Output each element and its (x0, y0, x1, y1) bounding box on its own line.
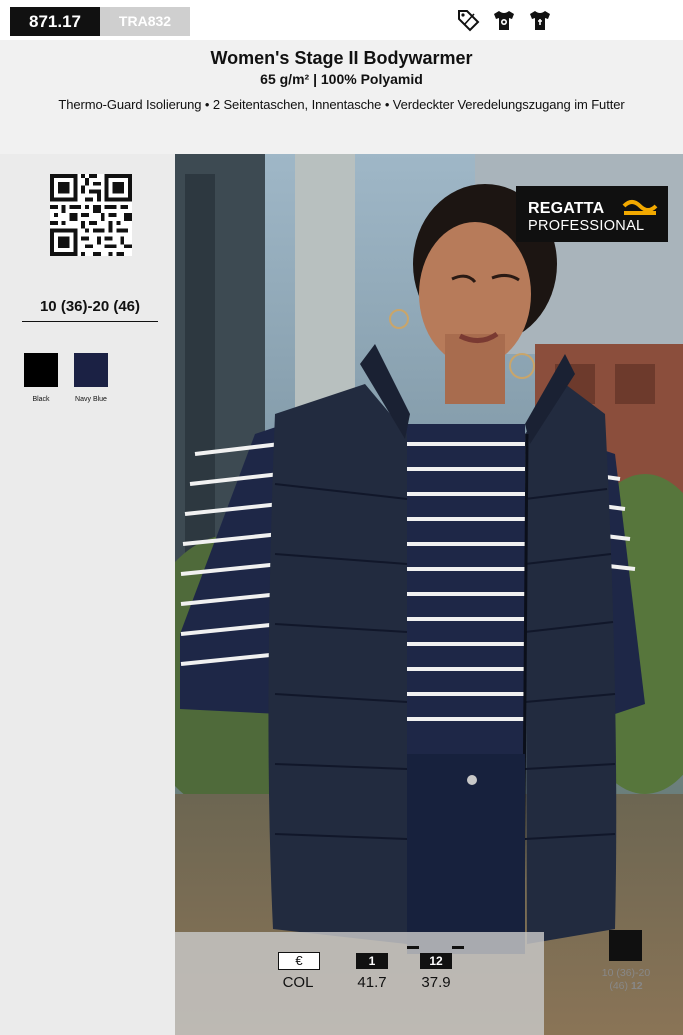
sidebar: 10 (36)-20 (46) Black Navy Blue (0, 154, 175, 1035)
brand-logo: REGATTA PROFESSIONAL (516, 186, 668, 242)
feature-icons (455, 7, 553, 33)
size-range: 10 (36)-20 (46) (22, 298, 158, 322)
product-features: Thermo-Guard Isolierung • 2 Seitentasche… (58, 97, 625, 112)
brand-subname: PROFESSIONAL (528, 218, 645, 234)
top-bar: 871.17 TRA832 (0, 0, 683, 40)
tier-bracket-left (407, 946, 419, 949)
article-number: 871.17 (10, 7, 100, 36)
currency-sub: COL (282, 974, 314, 991)
tshirt-printing-icon (491, 8, 517, 32)
tier-bracket-right (452, 946, 464, 949)
tshirt-embroidery-icon (527, 8, 553, 32)
variant-size-line1: 10 (36)-20 (601, 967, 651, 979)
currency-box: € (278, 952, 320, 970)
product-subtitle: 65 g/m² | 100% Polyamid (260, 71, 423, 87)
qr-code-icon[interactable] (50, 174, 132, 256)
tier-qty-1: 1 (356, 953, 388, 969)
variant-size-suffix: (46) (609, 980, 629, 992)
variant-qty: 12 (630, 980, 643, 992)
tier-qty-12: 12 (420, 953, 452, 969)
color-swatch-black[interactable] (24, 353, 58, 387)
color-label-navy-blue: Navy Blue (75, 396, 107, 403)
brand-name: REGATTA (528, 200, 605, 217)
brand-wave-icon (622, 200, 658, 215)
variant-size-line2: (46) 12 (594, 980, 658, 993)
discount-tag-icon (455, 8, 481, 32)
color-swatch-navy-blue[interactable] (74, 353, 108, 387)
product-header: Women's Stage II Bodywarmer 65 g/m² | 10… (0, 40, 683, 154)
variant-size: 10 (36)-20 (46) 12 (594, 967, 658, 993)
product-photo (175, 154, 683, 1035)
tier-price-1: 41.7 (357, 974, 387, 991)
tier-price-12: 37.9 (421, 974, 451, 991)
article-code: TRA832 (100, 7, 190, 36)
variant-color-swatch[interactable] (609, 930, 642, 961)
product-title: Women's Stage II Bodywarmer (210, 48, 473, 68)
